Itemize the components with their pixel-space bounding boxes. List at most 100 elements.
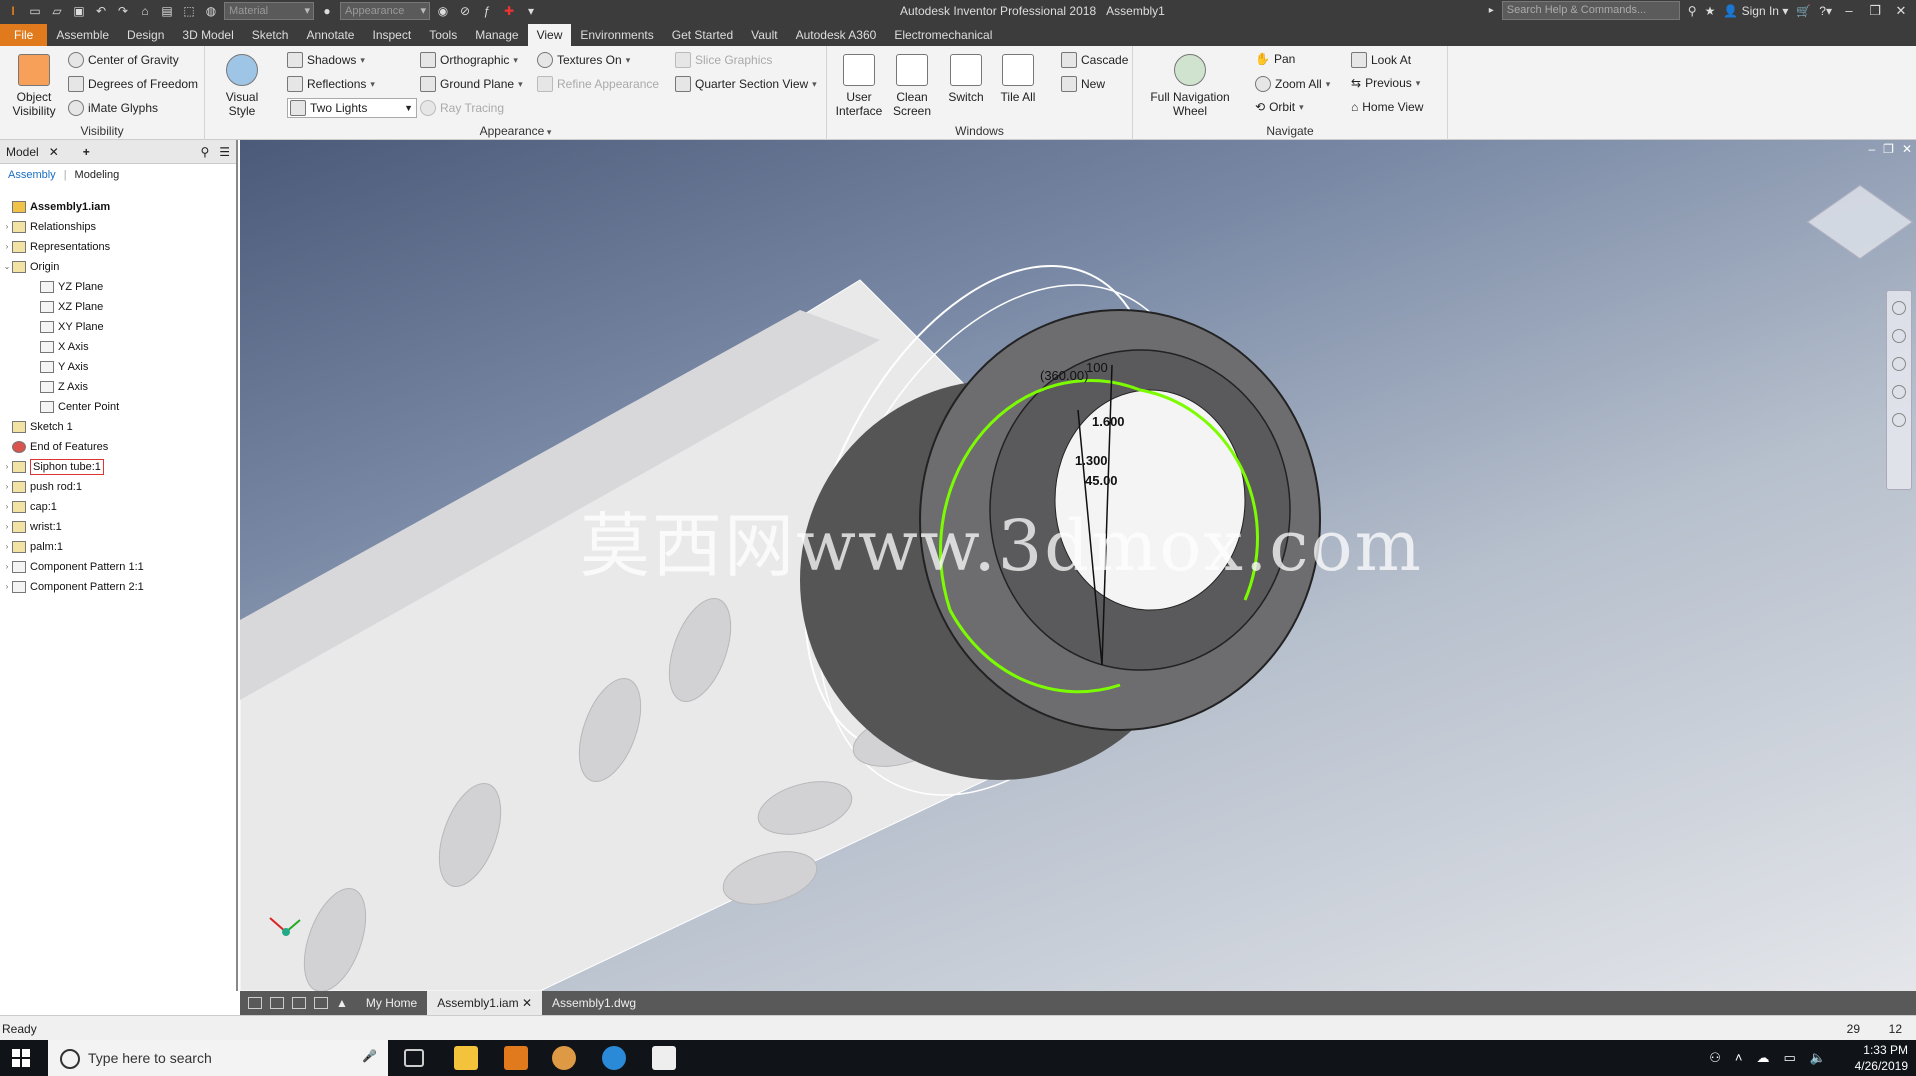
- navigation-bar[interactable]: [1886, 290, 1912, 490]
- undo-icon[interactable]: ↶: [92, 2, 110, 20]
- cart-icon[interactable]: 🛒: [1796, 4, 1811, 18]
- new-window-button[interactable]: New: [1061, 76, 1105, 92]
- expand-toggle-icon[interactable]: ›: [2, 238, 12, 256]
- visual-style-button[interactable]: Visual Style: [211, 50, 273, 118]
- slice-graphics-button[interactable]: Slice Graphics: [675, 52, 772, 68]
- volume-icon[interactable]: 🔈: [1810, 1050, 1826, 1066]
- tab-tools[interactable]: Tools: [420, 24, 466, 46]
- tree-item-component-pattern-2-1[interactable]: › Component Pattern 2:1: [2, 578, 144, 596]
- ray-tracing-button[interactable]: Ray Tracing: [420, 100, 504, 116]
- modeling-subtab[interactable]: Modeling: [75, 169, 120, 181]
- tree-item-representations[interactable]: › Representations: [2, 238, 110, 256]
- start-button[interactable]: [12, 1049, 30, 1067]
- tab-3d-model[interactable]: 3D Model: [173, 24, 242, 46]
- tree-item-yz-plane[interactable]: YZ Plane: [30, 278, 103, 296]
- lighting-select[interactable]: Two Lights ▼: [287, 98, 417, 118]
- restore-icon[interactable]: ❐: [1866, 3, 1884, 19]
- dimension-100[interactable]: 100: [1086, 360, 1108, 375]
- textures-on-button[interactable]: Textures On: [537, 52, 630, 68]
- appearance-color-icon[interactable]: ●: [318, 2, 336, 20]
- tab-environments[interactable]: Environments: [571, 24, 662, 46]
- close-icon[interactable]: ✕: [1892, 3, 1910, 19]
- tree-item-x-axis[interactable]: X Axis: [30, 338, 89, 356]
- edge-icon[interactable]: [602, 1046, 626, 1070]
- expand-toggle-icon[interactable]: ⌄: [2, 258, 12, 276]
- print-icon[interactable]: ▤: [158, 2, 176, 20]
- user-interface-button[interactable]: User Interface: [833, 50, 885, 118]
- orbit-nav-icon[interactable]: [1892, 385, 1906, 399]
- dimension-1600[interactable]: 1.600: [1092, 414, 1125, 429]
- tree-item-relationships[interactable]: › Relationships: [2, 218, 96, 236]
- tree-item-y-axis[interactable]: Y Axis: [30, 358, 88, 376]
- previous-view-button[interactable]: ⇆ Previous: [1351, 76, 1420, 90]
- close-view-icon[interactable]: ✕: [1902, 142, 1912, 156]
- expand-toggle-icon[interactable]: ›: [2, 458, 12, 476]
- tree-item-wrist-1[interactable]: › wrist:1: [2, 518, 62, 536]
- steering-wheel-icon[interactable]: [1892, 301, 1906, 315]
- tree-item-sketch-1[interactable]: Sketch 1: [2, 418, 73, 436]
- taskbar-clock[interactable]: 1:33 PM 4/26/2019: [1855, 1042, 1908, 1074]
- cloud-icon[interactable]: ☁: [1757, 1050, 1770, 1066]
- object-visibility-button[interactable]: Object Visibility: [6, 50, 62, 118]
- globe-icon[interactable]: ◍: [202, 2, 220, 20]
- arrange-horizontal-icon[interactable]: [292, 997, 306, 1009]
- orbit-button[interactable]: ⟲ Orbit: [1255, 100, 1304, 114]
- expand-toggle-icon[interactable]: ›: [2, 478, 12, 496]
- tab-assemble[interactable]: Assemble: [47, 24, 118, 46]
- assembly-subtab[interactable]: Assembly: [8, 169, 56, 181]
- plus-icon[interactable]: ✚: [500, 2, 518, 20]
- tree-item-xy-plane[interactable]: XY Plane: [30, 318, 104, 336]
- redo-icon[interactable]: ↷: [114, 2, 132, 20]
- tree-item-cap-1[interactable]: › cap:1: [2, 498, 57, 516]
- pan-button[interactable]: ✋ Pan: [1255, 52, 1295, 66]
- degrees-of-freedom-button[interactable]: Degrees of Freedom: [68, 76, 198, 92]
- restore-view-icon[interactable]: ❐: [1883, 142, 1894, 156]
- calculator-icon[interactable]: [652, 1046, 676, 1070]
- file-explorer-icon[interactable]: [454, 1046, 478, 1070]
- dimension-1300[interactable]: 1.300: [1075, 453, 1108, 468]
- expand-toggle-icon[interactable]: ›: [2, 218, 12, 236]
- tab-annotate[interactable]: Annotate: [297, 24, 363, 46]
- add-browser-icon[interactable]: +: [83, 145, 90, 159]
- search-icon[interactable]: ⚲: [200, 145, 209, 159]
- clean-screen-button[interactable]: Clean Screen: [887, 50, 937, 118]
- tab-assembly1-iam[interactable]: Assembly1.iam ✕: [427, 991, 542, 1015]
- expand-toggle-icon[interactable]: ›: [2, 518, 12, 536]
- favorites-icon[interactable]: ★: [1705, 4, 1716, 18]
- tree-item-z-axis[interactable]: Z Axis: [30, 378, 88, 396]
- shadows-button[interactable]: Shadows: [287, 52, 365, 68]
- appearance-panel-title[interactable]: Appearance: [205, 124, 826, 138]
- tile-all-button[interactable]: Tile All: [995, 50, 1041, 104]
- zoom-icon[interactable]: [1892, 357, 1906, 371]
- task-view-icon[interactable]: [404, 1049, 424, 1067]
- customize-icon[interactable]: ▾: [522, 2, 540, 20]
- inventor-taskbar-icon[interactable]: [504, 1046, 528, 1070]
- tree-item-component-pattern-1-1[interactable]: › Component Pattern 1:1: [2, 558, 144, 576]
- appearance-combo[interactable]: Appearance: [340, 2, 430, 20]
- switch-button[interactable]: Switch: [943, 50, 989, 104]
- zoom-all-button[interactable]: Zoom All: [1255, 76, 1330, 92]
- save-icon[interactable]: ▣: [70, 2, 88, 20]
- home-icon[interactable]: ⌂: [136, 2, 154, 20]
- center-of-gravity-button[interactable]: Center of Gravity: [68, 52, 179, 68]
- expand-toggle-icon[interactable]: ›: [2, 578, 12, 596]
- binoculars-icon[interactable]: ⚲: [1688, 4, 1697, 18]
- model-tab[interactable]: Model: [6, 145, 39, 159]
- tree-item-center-point[interactable]: Center Point: [30, 398, 119, 416]
- dimension-45[interactable]: 45.00: [1085, 473, 1118, 488]
- close-tab-icon[interactable]: ✕: [522, 996, 532, 1010]
- chrome-icon[interactable]: [552, 1046, 576, 1070]
- tree-item-push-rod-1[interactable]: › push rod:1: [2, 478, 82, 496]
- reflections-button[interactable]: Reflections: [287, 76, 375, 92]
- tree-item-xz-plane[interactable]: XZ Plane: [30, 298, 103, 316]
- quarter-section-view-button[interactable]: Quarter Section View: [675, 76, 817, 92]
- tree-item-end-of-features[interactable]: End of Features: [2, 438, 108, 456]
- dimension-angle-full[interactable]: (360.00): [1040, 368, 1088, 383]
- help-search-input[interactable]: Search Help & Commands...: [1501, 1, 1680, 20]
- menu-icon[interactable]: ☰: [219, 145, 230, 159]
- cascade-button[interactable]: Cascade: [1061, 52, 1128, 68]
- pan-icon[interactable]: [1892, 329, 1906, 343]
- tab-vault[interactable]: Vault: [742, 24, 786, 46]
- clear-icon[interactable]: ⊘: [456, 2, 474, 20]
- minimize-view-icon[interactable]: –: [1868, 142, 1875, 156]
